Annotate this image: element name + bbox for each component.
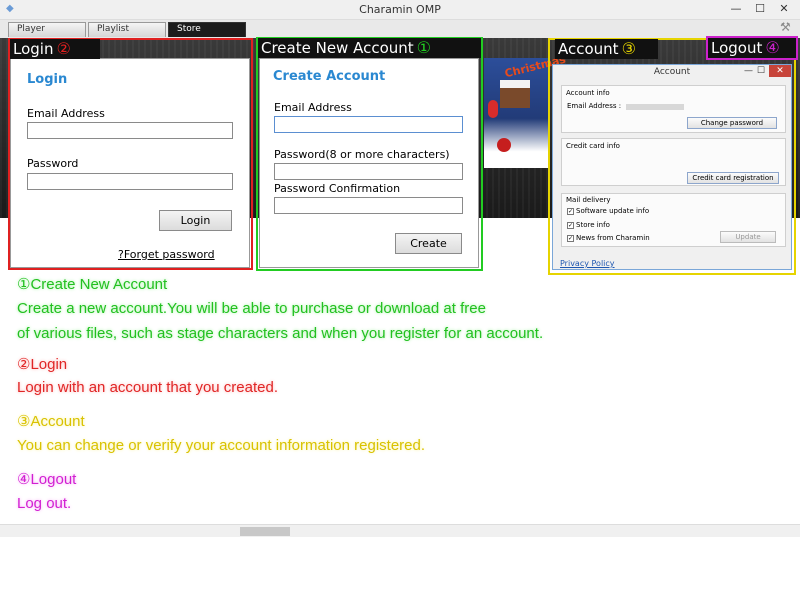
account-highlight-number: ③ — [621, 39, 636, 58]
create-highlight-label: Create New Account ① — [258, 38, 481, 58]
maximize-button[interactable]: ☐ — [748, 0, 772, 18]
create-highlight-text: Create New Account — [261, 39, 414, 57]
window-title: Charamin OMP — [359, 3, 441, 16]
banner-santa-image — [488, 100, 498, 118]
login-highlight-text: Login — [13, 40, 54, 58]
tab-playlist[interactable]: Playlist — [88, 22, 166, 37]
tab-player[interactable]: Player — [8, 22, 86, 37]
login-highlight-label: Login ② — [10, 39, 100, 59]
login-highlight-box — [8, 38, 253, 270]
create-highlight-box — [256, 37, 483, 271]
desc-create-line1: Create a new account.You will be able to… — [17, 300, 486, 317]
desc-account-title: ③Account — [17, 413, 85, 430]
desc-login-line1: Login with an account that you created. — [17, 379, 279, 396]
desc-logout-title: ④Logout — [17, 471, 77, 488]
logout-button[interactable]: Logout ④ — [708, 38, 796, 58]
tools-icon[interactable]: ⚒ — [780, 20, 794, 34]
desc-account-line1: You can change or verify your account in… — [17, 437, 426, 454]
banner-ornament-image — [497, 138, 511, 152]
create-highlight-number: ① — [416, 38, 432, 57]
title-bar: ◆ Charamin OMP — ☐ ✕ — [0, 0, 800, 20]
desc-create-line2: of various files, such as stage characte… — [17, 325, 544, 342]
tab-strip: Player Playlist Store — [0, 20, 800, 38]
banner-house-image — [500, 80, 530, 108]
account-highlight-text: Account — [558, 40, 619, 58]
close-button[interactable]: ✕ — [772, 0, 796, 18]
logout-highlight-text: Logout — [711, 39, 763, 57]
minimize-button[interactable]: — — [724, 0, 748, 18]
login-highlight-number: ② — [56, 39, 71, 58]
account-highlight-box — [548, 38, 796, 275]
window-controls: — ☐ ✕ — [724, 0, 796, 20]
desc-create-title: ①Create New Account — [17, 276, 168, 293]
logout-highlight-number: ④ — [765, 38, 780, 57]
tab-store[interactable]: Store — [168, 22, 246, 37]
desc-logout-line1: Log out. — [17, 495, 72, 512]
horizontal-scrollbar[interactable] — [0, 524, 800, 537]
account-highlight-label: Account ③ — [555, 39, 658, 59]
desc-login-title: ②Login — [17, 356, 68, 373]
horizontal-scroll-thumb[interactable] — [240, 527, 290, 536]
